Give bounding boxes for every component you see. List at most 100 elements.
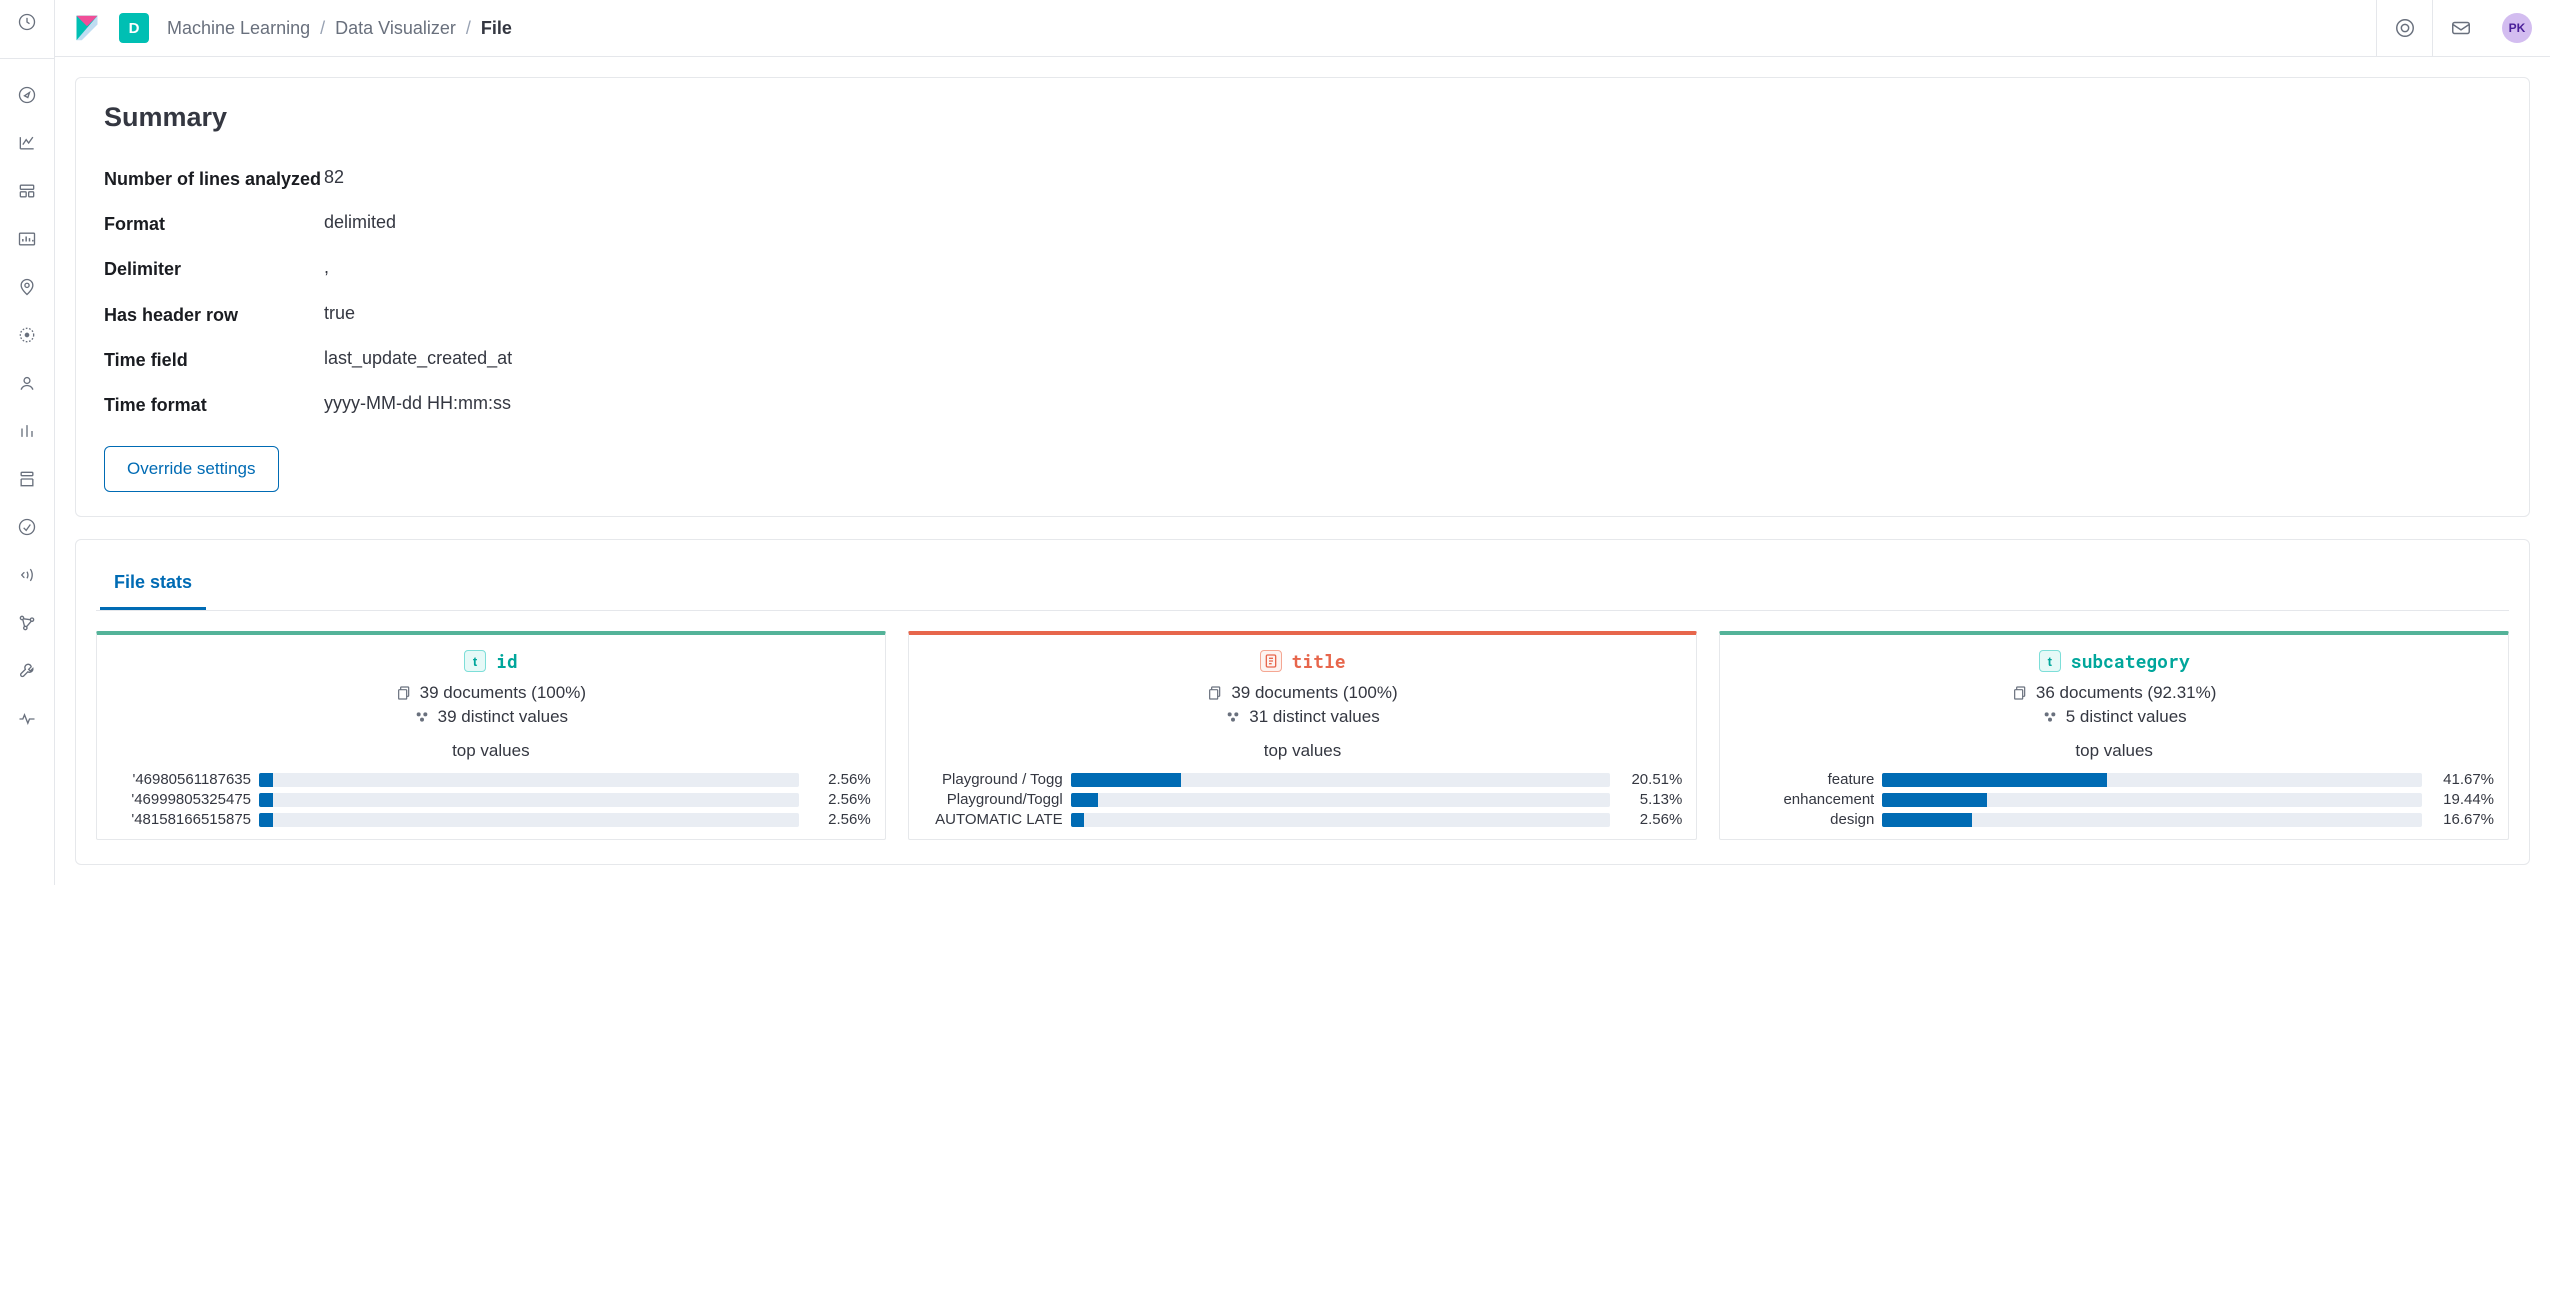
top-value-bar xyxy=(259,773,799,787)
summary-value: delimited xyxy=(324,212,396,233)
top-value-percent: 41.67% xyxy=(2430,771,2494,788)
top-value-row: Playground / Togg 20.51% xyxy=(923,771,1683,788)
summary-row: Time fieldlast_update_created_at xyxy=(104,338,2501,383)
summary-value: true xyxy=(324,303,355,324)
summary-row: Time formatyyyy-MM-dd HH:mm:ss xyxy=(104,383,2501,428)
uptime-icon[interactable] xyxy=(15,515,39,539)
ml-icon[interactable] xyxy=(15,323,39,347)
breadcrumb-item[interactable]: Machine Learning xyxy=(167,18,310,39)
top-value-percent: 16.67% xyxy=(2430,811,2494,828)
help-icon[interactable] xyxy=(2376,0,2432,56)
topbar: D Machine Learning / Data Visualizer / F… xyxy=(55,0,2550,57)
top-value-bar xyxy=(259,813,799,827)
documents-count: 39 documents (100%) xyxy=(111,683,871,703)
sidebar-divider xyxy=(0,58,54,59)
top-value-row: '469805611876352.56% xyxy=(111,771,871,788)
summary-value: , xyxy=(324,257,329,278)
top-value-label: feature xyxy=(1734,771,1874,788)
sidebar xyxy=(0,0,55,885)
user-icon[interactable] xyxy=(15,371,39,395)
summary-row: Number of lines analyzed82 xyxy=(104,157,2501,202)
top-value-bar xyxy=(1882,773,2422,787)
field-card[interactable]: t subcategory 36 documents (92.31%) 5 disti… xyxy=(1719,631,2509,840)
summary-label: Number of lines analyzed xyxy=(104,167,324,192)
logs-icon[interactable] xyxy=(15,467,39,491)
top-value-label: AUTOMATIC LATE xyxy=(923,811,1063,828)
top-values-heading: top values xyxy=(1734,741,2494,761)
top-value-percent: 19.44% xyxy=(2430,791,2494,808)
override-settings-button[interactable]: Override settings xyxy=(104,446,279,492)
top-value-label: Playground / Togg xyxy=(923,771,1063,788)
summary-value: last_update_created_at xyxy=(324,348,512,369)
kibana-logo-icon[interactable] xyxy=(73,14,101,42)
breadcrumb-separator: / xyxy=(320,18,325,39)
metrics-icon[interactable] xyxy=(15,419,39,443)
top-value-row: enhancement 19.44% xyxy=(1734,791,2494,808)
map-pin-icon[interactable] xyxy=(15,275,39,299)
summary-value: yyyy-MM-dd HH:mm:ss xyxy=(324,393,511,414)
distinct-count: 39 distinct values xyxy=(111,707,871,727)
top-value-row: '46999805325475 2.56% xyxy=(111,791,871,808)
breadcrumb: Machine Learning / Data Visualizer / Fil… xyxy=(167,18,512,39)
heartbeat-icon[interactable] xyxy=(15,707,39,731)
clock-icon[interactable] xyxy=(15,10,39,34)
top-value-bar xyxy=(1071,773,1611,787)
top-value-row: AUTOMATIC LATE 2.56% xyxy=(923,811,1683,828)
top-value-label: '48158166515875 xyxy=(111,811,251,828)
top-value-row: design 16.67% xyxy=(1734,811,2494,828)
top-value-percent: 2.56% xyxy=(807,791,871,808)
top-values-heading: top values xyxy=(923,741,1683,761)
summary-row: Has header rowtrue xyxy=(104,293,2501,338)
breadcrumb-item[interactable]: Data Visualizer xyxy=(335,18,456,39)
mail-icon[interactable] xyxy=(2432,0,2488,56)
tab-file-stats[interactable]: File stats xyxy=(100,558,206,610)
field-name: id xyxy=(496,649,518,673)
line-chart-icon[interactable] xyxy=(15,131,39,155)
top-value-percent: 2.56% xyxy=(1618,811,1682,828)
tabs: File stats xyxy=(96,558,2509,611)
waves-icon[interactable] xyxy=(15,563,39,587)
top-value-percent: 20.51% xyxy=(1618,771,1682,788)
top-value-label: design xyxy=(1734,811,1874,828)
summary-label: Time field xyxy=(104,348,324,373)
top-value-label: Playground/Toggl xyxy=(923,791,1063,808)
top-value-label: '46999805325475 xyxy=(111,791,251,808)
documents-count: 39 documents (100%) xyxy=(923,683,1683,703)
top-value-row: Playground/Toggl 5.13% xyxy=(923,791,1683,808)
summary-title: Summary xyxy=(104,102,2501,133)
top-value-percent: 5.13% xyxy=(1618,791,1682,808)
summary-label: Has header row xyxy=(104,303,324,328)
devtools-icon[interactable] xyxy=(15,659,39,683)
summary-value: 82 xyxy=(324,167,344,188)
field-type-keyword-icon: t xyxy=(464,650,486,672)
top-value-percent: 2.56% xyxy=(807,811,871,828)
summary-row: Formatdelimited xyxy=(104,202,2501,247)
dashboard-icon[interactable] xyxy=(15,179,39,203)
summary-label: Delimiter xyxy=(104,257,324,282)
documents-count: 36 documents (92.31%) xyxy=(1734,683,2494,703)
summary-label: Format xyxy=(104,212,324,237)
app-badge[interactable]: D xyxy=(119,13,149,43)
compass-icon[interactable] xyxy=(15,83,39,107)
top-value-bar xyxy=(1071,793,1611,807)
distinct-count: 31 distinct values xyxy=(923,707,1683,727)
top-value-row: '48158166515875 2.56% xyxy=(111,811,871,828)
graph-icon[interactable] xyxy=(15,611,39,635)
top-value-bar xyxy=(259,793,799,807)
top-value-row: feature 41.67% xyxy=(1734,771,2494,788)
field-card-header: title xyxy=(923,649,1683,673)
field-card[interactable]: tid 39 documents (100%) 39 distinct values… xyxy=(96,631,886,840)
summary-panel: Summary Number of lines analyzed82Format… xyxy=(75,77,2530,517)
field-type-keyword-icon: t xyxy=(2039,650,2061,672)
field-card[interactable]: title 39 documents (100%) 31 distinct valu… xyxy=(908,631,1698,840)
field-name: subcategory xyxy=(2071,649,2190,673)
top-value-label: enhancement xyxy=(1734,791,1874,808)
top-values-heading: top values xyxy=(111,741,871,761)
field-type-text-icon xyxy=(1260,650,1282,672)
summary-row: Delimiter, xyxy=(104,247,2501,292)
distinct-count: 5 distinct values xyxy=(1734,707,2494,727)
file-stats-panel: File stats tid39 documents (100%)39 dist… xyxy=(75,539,2530,865)
breadcrumb-separator: / xyxy=(466,18,471,39)
bar-chart-icon[interactable] xyxy=(15,227,39,251)
avatar[interactable]: PK xyxy=(2502,13,2532,43)
